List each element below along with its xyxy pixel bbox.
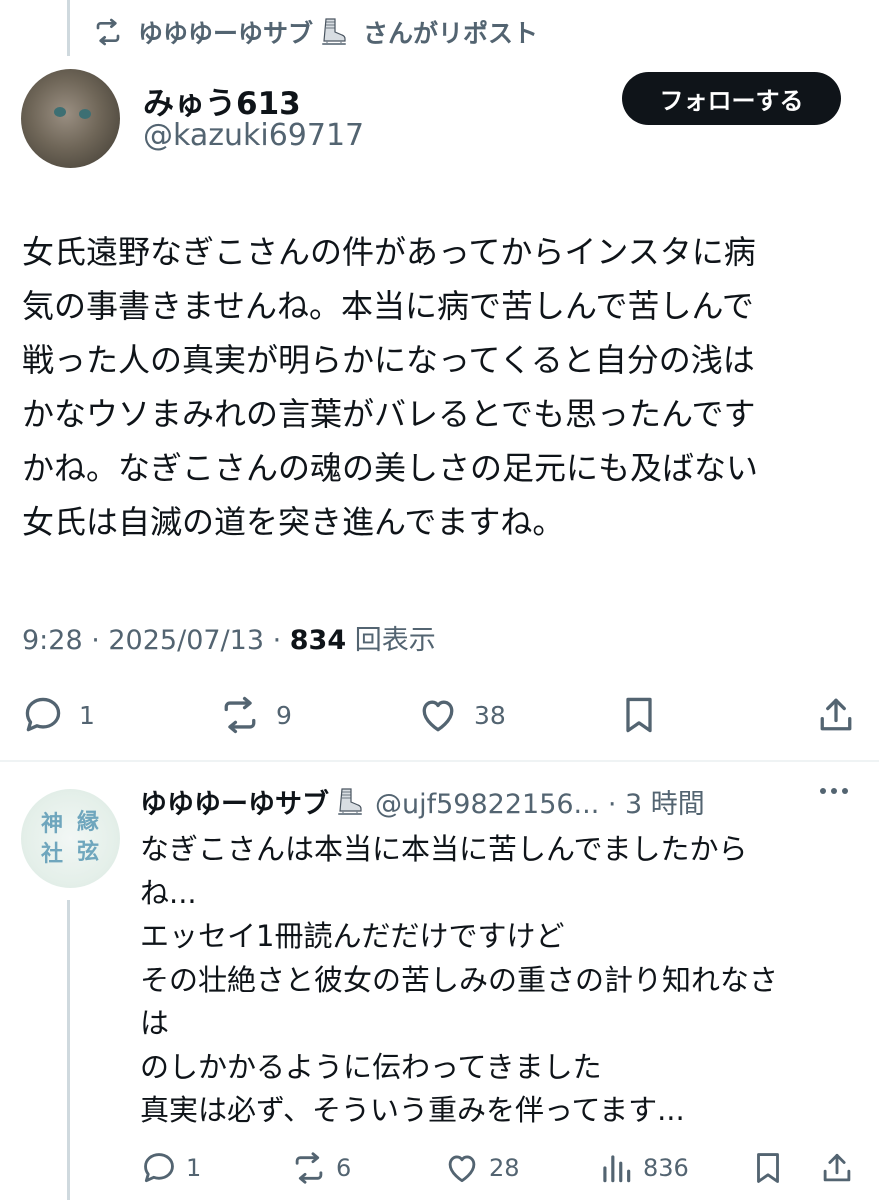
view-count: 836 (643, 1154, 689, 1182)
like-button[interactable]: 38 (416, 692, 506, 738)
bookmark-icon (626, 697, 652, 733)
tweet-line: かね。なぎこさんの魂の美しさの足元にも及ばない (22, 449, 759, 487)
like-count: 28 (489, 1154, 520, 1182)
retweet-count: 9 (276, 700, 292, 730)
reply-like-button[interactable]: 28 (443, 1146, 520, 1190)
timestamp[interactable]: 9:28 · 2025/07/13 · (22, 625, 290, 656)
like-count: 38 (474, 700, 506, 730)
bookmark-icon (757, 1153, 779, 1183)
bookmark-button[interactable] (617, 692, 661, 738)
repost-label: さんがリポスト (363, 19, 539, 48)
ice-skate-icon (322, 18, 347, 45)
reply-line: のしかかるように伝わってきました (140, 1049, 602, 1084)
reply-line: なぎこさんは本当に本当に苦しんでましたから (140, 832, 748, 866)
reply-line: 真実は必ず、そういう重みを伴ってます... (140, 1093, 685, 1127)
reply-icon (144, 1153, 174, 1183)
reply-icon (25, 697, 61, 732)
analytics-icon (603, 1155, 631, 1183)
thread-line (67, 0, 70, 56)
avatar-text: 弦 (77, 839, 100, 865)
tweet-meta: 9:28 · 2025/07/13 · 834 回表示 (22, 618, 436, 657)
tweet-line: 女氏遠野なぎこさんの件があってからインスタに病 (22, 233, 756, 271)
avatar-text: 神 (41, 811, 64, 837)
tweet-line: かなウソまみれの言葉がバレるとでも思ったんです (22, 395, 756, 433)
reply-line: その壮絶さと彼女の苦しみの重さの計り知れなさ (140, 962, 779, 997)
reply-button[interactable]: 1 (21, 692, 95, 738)
more-options-icon[interactable] (820, 788, 848, 794)
divider (0, 760, 879, 762)
reply-count: 1 (79, 700, 95, 730)
repost-icon (295, 1152, 323, 1184)
reply-line: ね... (140, 875, 197, 910)
reply-author-name[interactable]: ゆゆゆーゆサブ (140, 782, 329, 821)
follow-button[interactable]: フォローする (622, 72, 841, 125)
heart-icon (448, 1155, 476, 1183)
tweet-line: 戦った人の真実が明らかになってくると自分の浅は (22, 341, 755, 379)
thread-line (67, 900, 70, 1200)
reply-share-button[interactable] (818, 1146, 856, 1190)
reply-count: 1 (186, 1154, 202, 1182)
avatar-text: 縁 (77, 809, 100, 835)
retweet-button[interactable]: 9 (218, 692, 292, 738)
tweet-text: 女氏遠野なぎこさんの件があってからインスタに病 気の事書きませんね。本当に病で苦… (22, 225, 862, 549)
reply-views-button[interactable]: 836 (597, 1146, 689, 1190)
share-button[interactable] (814, 692, 858, 738)
author-handle[interactable]: @kazuki69717 (143, 118, 364, 153)
tweet-line: 気の事書きませんね。本当に病で苦しんで苦しんで (22, 287, 754, 325)
view-label: 回表示 (346, 625, 436, 656)
reply-reply-button[interactable]: 1 (140, 1146, 201, 1190)
avatar-text: 社 (41, 841, 64, 867)
share-icon (820, 698, 852, 731)
author-name[interactable]: みゅう613 (143, 78, 301, 123)
ice-skate-icon (338, 787, 362, 815)
reply-author-handle[interactable]: @ujf59822156... · 3 時間 (375, 782, 705, 821)
avatar[interactable] (21, 69, 120, 168)
view-count: 834 (289, 625, 347, 656)
avatar-eye (54, 107, 66, 117)
reply-avatar[interactable]: 神 縁 社 弦 (21, 789, 120, 888)
repost-header[interactable]: ゆゆゆーゆサブ さんがリポスト (92, 14, 538, 50)
tweet-line: 女氏は自滅の道を突き進んでますね。 (22, 503, 565, 541)
avatar-eye (79, 109, 91, 119)
reply-line: は (140, 1006, 170, 1040)
reply-text: なぎこさんは本当に本当に苦しんでましたから ね... エッセイ1冊読んだだけです… (140, 828, 860, 1133)
reply-retweet-button[interactable]: 6 (290, 1146, 351, 1190)
repost-icon (96, 18, 120, 46)
reply-line: エッセイ1冊読んだだけですけど (140, 919, 565, 953)
repost-user: ゆゆゆーゆサブ (138, 19, 314, 48)
heart-icon (422, 700, 454, 732)
retweet-count: 6 (336, 1154, 352, 1182)
reply-header: ゆゆゆーゆサブ @ujf59822156... · 3 時間 (140, 782, 705, 821)
share-icon (823, 1153, 851, 1182)
repost-icon (224, 696, 256, 734)
reply-bookmark-button[interactable] (749, 1146, 787, 1190)
